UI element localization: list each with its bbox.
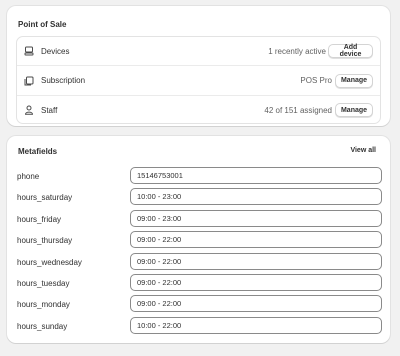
- person-icon: [24, 105, 34, 115]
- subscription-label: Subscription: [41, 76, 86, 85]
- metafield-input[interactable]: [130, 274, 382, 291]
- devices-row: Devices 1 recently active Add device: [17, 37, 380, 65]
- subscription-row: Subscription POS Pro Manage: [17, 65, 380, 95]
- manage-subscription-button[interactable]: Manage: [335, 73, 373, 88]
- devices-label: Devices: [41, 46, 70, 56]
- metafields-title: Metafields: [18, 147, 58, 156]
- metafield-input[interactable]: [130, 188, 382, 205]
- add-device-button[interactable]: Add device: [328, 44, 373, 58]
- point-of-sale-list: Devices 1 recently active Add device Sub…: [16, 36, 381, 124]
- metafield-row: hours_tuesday: [7, 274, 390, 294]
- point-of-sale-card: Point of Sale Devices 1 recently active …: [7, 6, 390, 126]
- metafield-label: hours_thursday: [17, 236, 73, 245]
- metafield-label: hours_friday: [17, 215, 62, 224]
- point-of-sale-title: Point of Sale: [18, 20, 67, 29]
- metafield-row: hours_thursday: [7, 231, 390, 251]
- metafields-card: Metafields View all phone hours_saturday…: [7, 136, 390, 343]
- metafield-label: phone: [17, 172, 40, 181]
- metafield-input[interactable]: [130, 167, 382, 184]
- view-all-link[interactable]: View all: [350, 147, 376, 154]
- metafield-input[interactable]: [130, 210, 382, 227]
- staff-label: Staff: [41, 105, 58, 115]
- staff-value: 42 of 151 assigned: [264, 105, 332, 115]
- metafield-input[interactable]: [130, 317, 382, 334]
- metafield-label: hours_monday: [17, 300, 70, 309]
- devices-value: 1 recently active: [268, 46, 326, 56]
- metafield-input[interactable]: [130, 253, 382, 270]
- metafield-label: hours_saturday: [17, 193, 73, 202]
- metafield-row: hours_saturday: [7, 188, 390, 208]
- metafield-input[interactable]: [130, 295, 382, 312]
- manage-staff-button[interactable]: Manage: [335, 103, 373, 117]
- metafield-row: hours_sunday: [7, 317, 390, 337]
- subscription-icon: [24, 76, 34, 86]
- metafield-row: hours_monday: [7, 295, 390, 315]
- metafield-label: hours_wednesday: [17, 258, 82, 267]
- staff-row: Staff 42 of 151 assigned Manage: [17, 95, 380, 124]
- metafield-label: hours_tuesday: [17, 279, 70, 288]
- metafield-input[interactable]: [130, 231, 382, 248]
- metafield-row: hours_friday: [7, 210, 390, 230]
- subscription-value: POS Pro: [300, 76, 332, 85]
- metafield-label: hours_sunday: [17, 322, 68, 331]
- metafield-row: hours_wednesday: [7, 253, 390, 273]
- metafield-row: phone: [7, 167, 390, 187]
- device-icon: [24, 46, 34, 56]
- page: Point of Sale Devices 1 recently active …: [0, 0, 400, 356]
